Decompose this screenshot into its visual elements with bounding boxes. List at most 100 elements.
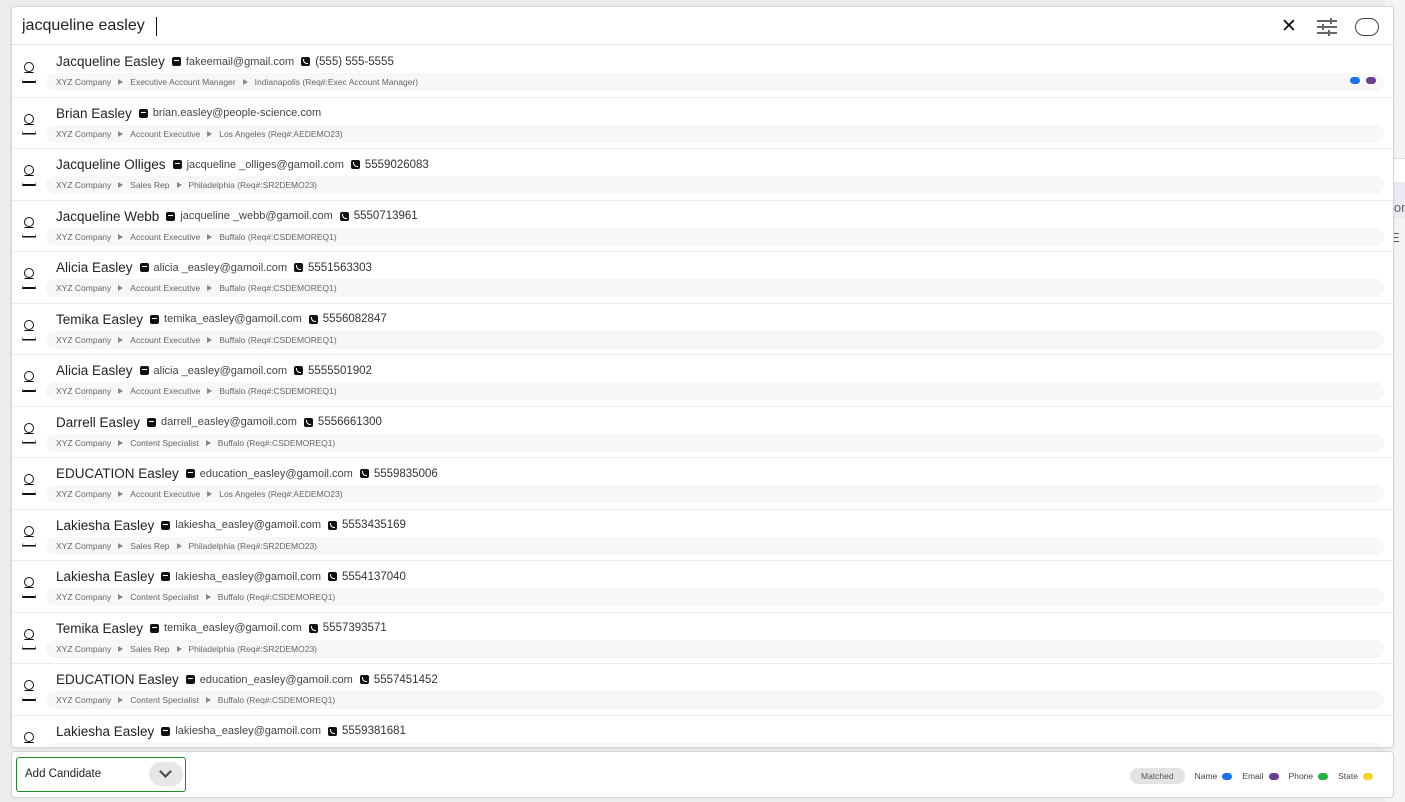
- candidate-company: XYZ Company: [56, 747, 111, 748]
- candidate-email: darrell_easley@gamoil.com: [161, 416, 297, 428]
- email-icon: [150, 314, 160, 324]
- search-results-list: Jacqueline Easley fakeemail@gmail.com (5…: [12, 46, 1393, 748]
- candidate-title: Account Executive: [130, 231, 201, 242]
- legend-item-name: Name: [1195, 771, 1233, 781]
- candidate-phone: 5559381681: [342, 725, 406, 737]
- search-input[interactable]: [22, 10, 1222, 41]
- breadcrumb-arrow-icon: [207, 233, 213, 240]
- candidate-result-row[interactable]: EDUCATION Easley education_easley@gamoil…: [12, 458, 1393, 510]
- candidate-result-row[interactable]: Temika Easley temika_easley@gamoil.com 5…: [12, 304, 1393, 355]
- candidate-job-path: XYZ Company Sales Rep Philadelphia (Req#…: [46, 742, 1384, 748]
- breadcrumb-arrow-icon: [118, 233, 124, 240]
- candidate-name: Lakiesha Easley: [56, 723, 155, 739]
- chevron-down-icon[interactable]: [149, 762, 183, 786]
- candidate-title: Sales Rep: [130, 643, 170, 654]
- breadcrumb-arrow-icon: [118, 285, 124, 291]
- breadcrumb-arrow-icon: [207, 388, 213, 394]
- legend-label: State: [1338, 771, 1358, 781]
- legend-dot-name: [1222, 772, 1233, 780]
- candidate-location: Buffalo (Req#:CSDEMOREQ1): [219, 334, 337, 345]
- person-icon: [20, 371, 38, 393]
- candidate-result-row[interactable]: Lakiesha Easley lakiesha_easley@gamoil.c…: [12, 716, 1393, 748]
- candidate-job-path: XYZ Company Content Specialist Buffalo (…: [46, 433, 1384, 452]
- candidate-result-row[interactable]: Jacqueline Easley fakeemail@gmail.com (5…: [12, 46, 1393, 98]
- candidate-job-path: XYZ Company Account Executive Buffalo (R…: [46, 382, 1384, 400]
- candidate-title: Sales Rep: [130, 747, 169, 748]
- candidate-email: alicia _easley@gamoil.com: [153, 261, 287, 274]
- candidate-name: Darrell Easley: [56, 414, 141, 430]
- email-icon: [185, 675, 195, 684]
- clear-search-button[interactable]: ✕: [1278, 16, 1300, 38]
- filter-settings-icon[interactable]: [1315, 16, 1339, 38]
- candidate-title: Executive Account Manager: [130, 77, 236, 87]
- candidate-title: Content Specialist: [130, 437, 199, 448]
- person-icon: [20, 628, 38, 651]
- candidate-result-row[interactable]: Brian Easley brian.easley@people-science…: [12, 98, 1393, 149]
- breadcrumb-arrow-icon: [205, 594, 211, 600]
- candidate-location: Buffalo (Req#:CSDEMOREQ1): [219, 231, 337, 242]
- legend-matched-badge: Matched: [1129, 768, 1185, 784]
- candidate-result-row[interactable]: Temika Easley temika_easley@gamoil.com 5…: [12, 613, 1393, 664]
- candidate-result-row[interactable]: Jacqueline Webb jacqueline _webb@gamoil.…: [12, 201, 1393, 252]
- text-caret: [156, 17, 157, 36]
- person-icon: [20, 422, 38, 445]
- candidate-location: Philadelphia (Req#:SR2DEMO23): [189, 747, 318, 748]
- email-icon: [139, 263, 149, 272]
- email-icon: [161, 572, 171, 581]
- candidate-phone: 5554137040: [342, 570, 406, 583]
- breadcrumb-arrow-icon: [176, 645, 182, 652]
- candidate-company: XYZ Company: [56, 592, 112, 602]
- toggle-switch[interactable]: [1355, 18, 1379, 36]
- candidate-phone: 5555501902: [307, 364, 372, 377]
- candidate-name: Alicia Easley: [56, 260, 133, 275]
- phone-icon: [328, 520, 337, 530]
- candidate-email: temika_easley@gamoil.com: [164, 313, 302, 325]
- candidate-title: Account Executive: [130, 128, 201, 139]
- match-legend: Matched Name Email Phone State: [1129, 768, 1373, 784]
- email-icon: [171, 57, 181, 66]
- breadcrumb-arrow-icon: [118, 645, 124, 652]
- candidate-result-row[interactable]: Darrell Easley darrell_easley@gamoil.com…: [12, 407, 1393, 458]
- candidate-job-path: XYZ Company Account Executive Buffalo (R…: [46, 279, 1384, 297]
- email-icon: [161, 726, 171, 736]
- candidate-name: Lakiesha Easley: [56, 569, 155, 584]
- candidate-name: EDUCATION Easley: [56, 672, 179, 687]
- candidate-email: education_easley@gamoil.com: [199, 673, 353, 686]
- candidate-title: Sales Rep: [130, 180, 170, 190]
- candidate-job-path: XYZ Company Content Specialist Buffalo (…: [46, 588, 1384, 606]
- candidate-result-row[interactable]: Alicia Easley alicia _easley@gamoil.com …: [12, 355, 1393, 407]
- breadcrumb-arrow-icon: [242, 79, 248, 85]
- phone-icon: [308, 314, 318, 324]
- breadcrumb-arrow-icon: [176, 542, 182, 549]
- candidate-location: Philadelphia (Req#:SR2DEMO23): [188, 643, 318, 654]
- candidate-phone: (555) 555-5555: [315, 55, 394, 68]
- legend-label: Email: [1242, 771, 1264, 781]
- breadcrumb-arrow-icon: [207, 285, 213, 291]
- breadcrumb-arrow-icon: [118, 336, 124, 343]
- candidate-phone: 5559835006: [373, 467, 438, 480]
- candidate-result-row[interactable]: Lakiesha Easley lakiesha_easley@gamoil.c…: [12, 510, 1393, 561]
- candidate-result-row[interactable]: Lakiesha Easley lakiesha_easley@gamoil.c…: [12, 561, 1393, 613]
- phone-icon: [293, 263, 303, 272]
- match-dot-email: [1366, 77, 1376, 84]
- candidate-email: jacqueline _olliges@gamoil.com: [186, 158, 344, 171]
- breadcrumb-arrow-icon: [118, 182, 124, 188]
- candidate-location: Philadelphia (Req#:SR2DEMO23): [188, 180, 318, 190]
- legend-item-state: State: [1338, 771, 1373, 781]
- candidate-company: XYZ Company: [56, 180, 112, 190]
- candidate-result-row[interactable]: EDUCATION Easley education_easley@gamoil…: [12, 664, 1393, 716]
- candidate-name: Temika Easley: [56, 311, 144, 327]
- candidate-title: Account Executive: [130, 489, 201, 499]
- legend-label: Name: [1194, 771, 1218, 781]
- match-indicators: [1350, 77, 1376, 84]
- candidate-phone: 5556661300: [317, 416, 382, 428]
- email-icon: [166, 211, 176, 221]
- person-icon: [20, 319, 38, 342]
- phone-icon: [308, 623, 318, 633]
- breadcrumb-arrow-icon: [118, 542, 124, 549]
- add-candidate-button[interactable]: Add Candidate: [16, 757, 186, 792]
- candidate-company: XYZ Company: [56, 128, 112, 139]
- candidate-result-row[interactable]: Jacqueline Olliges jacqueline _olliges@g…: [12, 149, 1393, 201]
- candidate-result-row[interactable]: Alicia Easley alicia _easley@gamoil.com …: [12, 252, 1393, 304]
- match-dot-name: [1350, 77, 1360, 84]
